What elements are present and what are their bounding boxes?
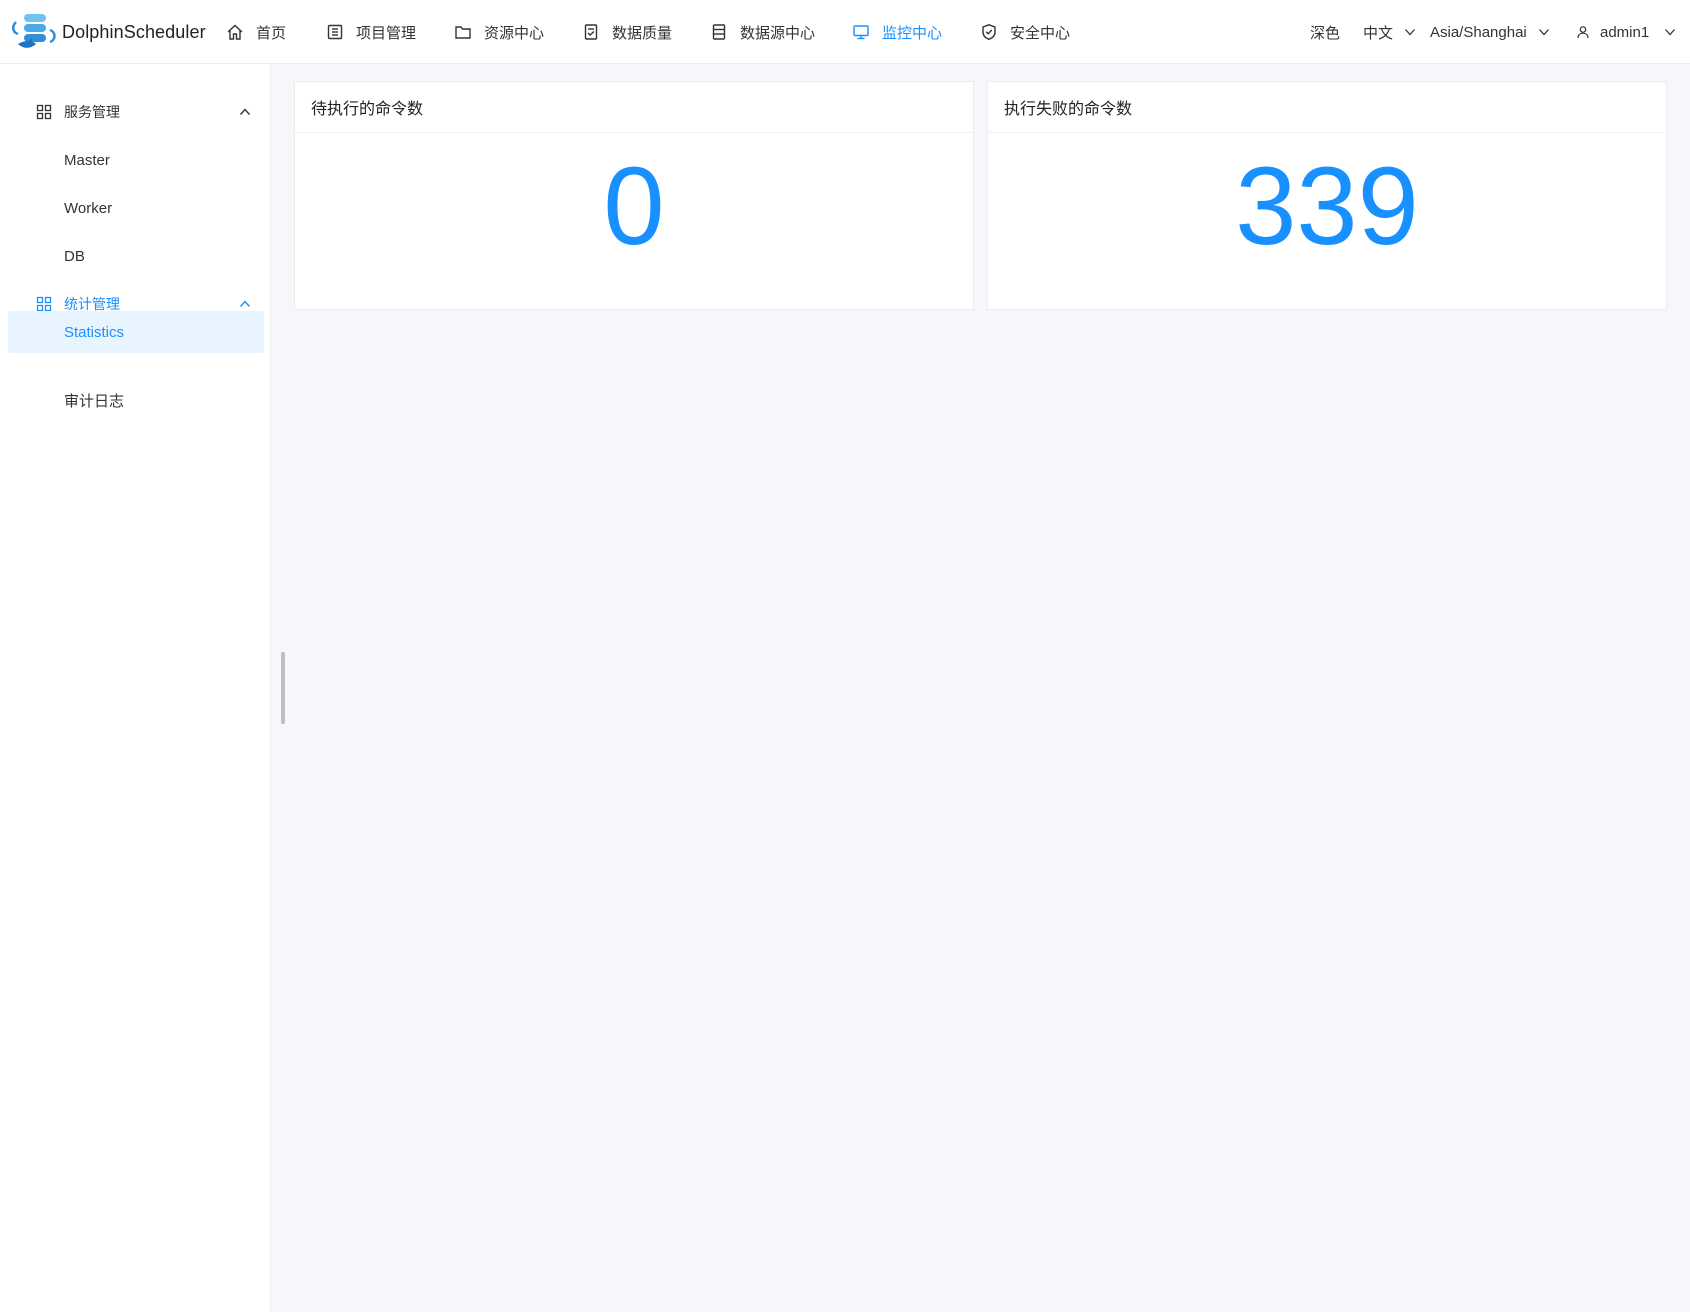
card-value: 0 xyxy=(603,145,665,268)
pending-commands-card: 待执行的命令数 0 xyxy=(294,81,974,310)
top-header: DolphinScheduler 首页 项目管理 资源中心 数据质量 数据源中心… xyxy=(0,0,1690,64)
card-title: 执行失败的命令数 xyxy=(988,82,1666,133)
sidebar-item-label: Master xyxy=(64,151,110,169)
card-value: 339 xyxy=(1235,145,1419,268)
home-icon xyxy=(227,24,243,40)
user-menu[interactable]: admin1 xyxy=(1576,20,1677,44)
timezone-label: Asia/Shanghai xyxy=(1430,23,1527,41)
sidebar-group-service[interactable]: 服务管理 xyxy=(0,92,270,132)
language-select[interactable]: 中文 xyxy=(1363,20,1417,44)
nav-project[interactable]: 项目管理 xyxy=(326,20,416,44)
nav-project-label: 项目管理 xyxy=(356,24,417,42)
theme-toggle[interactable]: 深色 xyxy=(1310,20,1340,44)
language-label: 中文 xyxy=(1363,24,1394,42)
sidebar-item-label: DB xyxy=(64,247,85,265)
nav-home-label: 首页 xyxy=(256,24,287,42)
folder-icon xyxy=(455,26,471,39)
nav-data-quality[interactable]: 数据质量 xyxy=(582,20,672,44)
sidebar-item-worker[interactable]: Worker xyxy=(8,188,264,228)
nav-security-label: 安全中心 xyxy=(1010,24,1071,42)
nav-data-quality-label: 数据质量 xyxy=(612,24,673,42)
sidebar-group-label: 服务管理 xyxy=(64,104,120,120)
document-icon xyxy=(584,24,598,40)
app-name: DolphinScheduler xyxy=(62,21,206,42)
chevron-down-icon xyxy=(1665,29,1676,36)
app-logo[interactable]: DolphinScheduler xyxy=(10,12,206,52)
sidebar-item-master[interactable]: Master xyxy=(8,140,264,180)
sidebar-item-label: 审计日志 xyxy=(64,392,125,410)
chevron-up-icon xyxy=(239,300,251,307)
nav-resource[interactable]: 资源中心 xyxy=(454,20,544,44)
card-title: 待执行的命令数 xyxy=(295,82,973,133)
sidebar-item-db[interactable]: DB xyxy=(8,236,264,276)
sidebar-resize-handle[interactable] xyxy=(281,652,285,724)
chevron-down-icon xyxy=(1538,29,1549,36)
failed-commands-card: 执行失败的命令数 339 xyxy=(987,81,1667,310)
nav-home[interactable]: 首页 xyxy=(226,20,286,44)
dolphin-logo-icon xyxy=(12,14,56,48)
nav-security[interactable]: 安全中心 xyxy=(980,20,1070,44)
user-icon xyxy=(1577,26,1589,39)
sidebar-item-audit-log[interactable]: 审计日志 xyxy=(8,380,264,420)
sidebar-item-label: Worker xyxy=(64,199,113,217)
chevron-down-icon xyxy=(1405,29,1415,36)
project-icon xyxy=(327,24,343,40)
monitor-icon xyxy=(853,25,869,40)
shield-icon xyxy=(982,24,996,41)
nav-datasource[interactable]: 数据源中心 xyxy=(710,20,815,44)
grid-icon xyxy=(36,296,52,312)
sidebar-item-label: Statistics xyxy=(64,323,125,341)
theme-label: 深色 xyxy=(1310,24,1341,42)
nav-monitor-label: 监控中心 xyxy=(882,24,943,42)
datasource-icon xyxy=(712,24,726,40)
chevron-up-icon xyxy=(239,108,251,115)
sidebar: 服务管理 Master Worker DB 统计管理 Statistics 审计… xyxy=(0,64,271,1312)
grid-icon xyxy=(36,104,52,120)
user-name: admin1 xyxy=(1600,23,1650,41)
nav-monitor[interactable]: 监控中心 xyxy=(852,20,942,44)
sidebar-item-statistics[interactable]: Statistics xyxy=(8,311,264,353)
nav-resource-label: 资源中心 xyxy=(484,24,545,42)
timezone-select[interactable]: Asia/Shanghai xyxy=(1430,20,1551,44)
nav-datasource-label: 数据源中心 xyxy=(740,24,816,42)
